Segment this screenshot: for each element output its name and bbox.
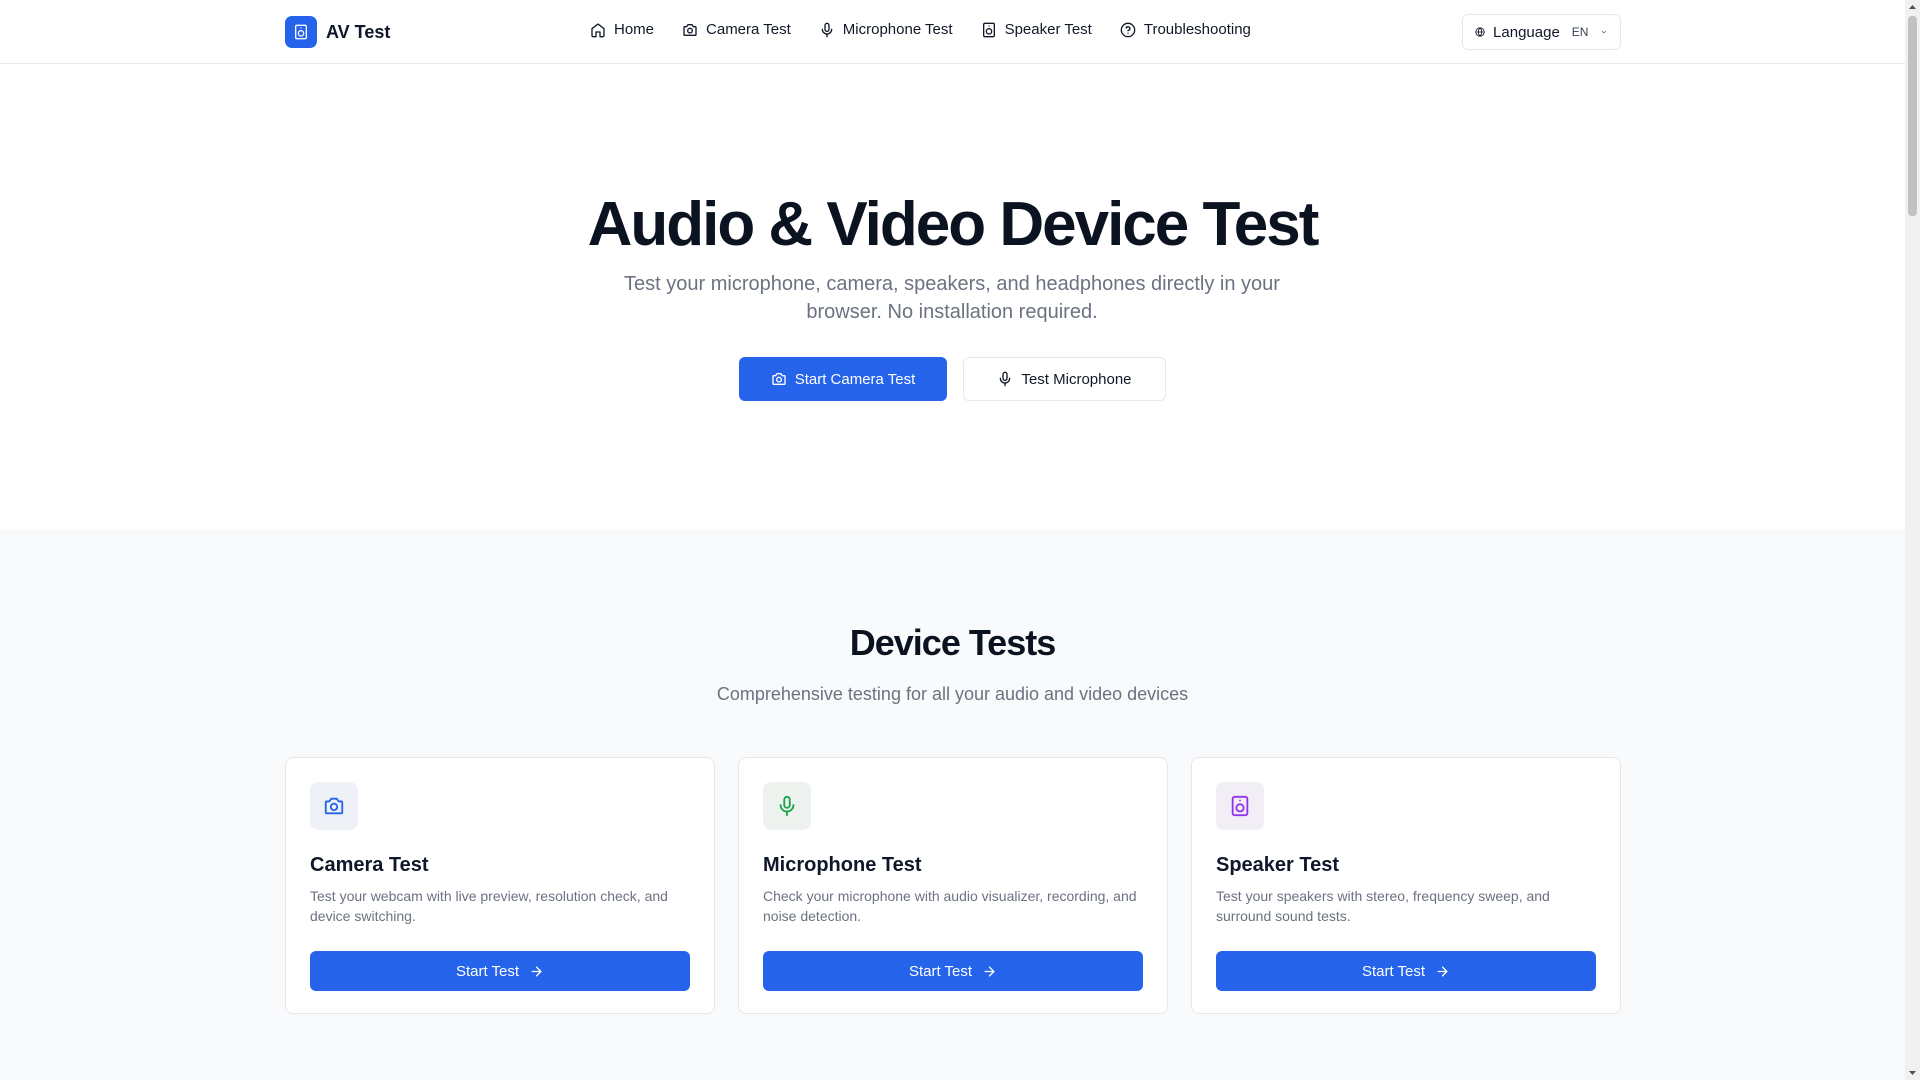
speaker-test-card: Speaker Test Test your speakers with ste…	[1191, 757, 1621, 1014]
hero-actions: Start Camera Test Test Microphone	[739, 357, 1166, 401]
start-speaker-test-card-button[interactable]: Start Test	[1216, 951, 1596, 991]
hero-title: Audio & Video Device Test	[587, 190, 1320, 259]
nav-label: Troubleshooting	[1143, 21, 1251, 38]
page: AV Test Home Camera Test Microphone Test…	[0, 0, 1920, 1080]
button-label: Start Test	[1361, 962, 1426, 980]
card-title: Microphone Test	[763, 854, 922, 876]
card-description: Test your webcam with live preview, reso…	[310, 888, 668, 924]
nav-label: Speaker Test	[1004, 21, 1092, 38]
arrow-right-icon	[1437, 966, 1448, 976]
hero-section: Audio & Video Device Test Test your micr…	[0, 65, 1905, 529]
button-label: Start Test	[908, 962, 973, 980]
mic-icon	[763, 782, 811, 830]
speaker-icon	[285, 16, 317, 48]
help-circle-icon	[1120, 22, 1136, 37]
section-subtitle: Comprehensive testing for all your audio…	[716, 684, 1189, 704]
speaker-icon	[982, 22, 995, 37]
button-label: Start Test	[455, 962, 520, 980]
button-label: Start Camera Test	[794, 370, 916, 388]
viewport: AV Test Home Camera Test Microphone Test…	[0, 0, 1905, 1080]
nav-item-microphone-test[interactable]: Microphone Test	[819, 21, 953, 38]
camera-test-card: Camera Test Test your webcam with live p…	[285, 757, 715, 1014]
card-title: Camera Test	[310, 854, 429, 876]
nav-item-camera-test[interactable]: Camera Test	[682, 21, 791, 38]
microphone-test-card: Microphone Test Check your microphone wi…	[738, 757, 1168, 1014]
hero-subtitle: Test your microphone, camera, speakers, …	[624, 273, 1280, 323]
globe-icon	[1475, 27, 1485, 37]
language-code: EN	[1571, 25, 1589, 39]
nav-item-home[interactable]: Home	[590, 21, 654, 38]
mic-icon	[821, 22, 833, 37]
camera-icon	[683, 23, 697, 36]
nav-label: Microphone Test	[842, 21, 953, 38]
arrow-right-icon	[531, 966, 542, 976]
home-icon	[591, 22, 605, 37]
card-description: Check your microphone with audio visuali…	[763, 888, 1137, 924]
camera-icon	[772, 373, 786, 385]
top-navbar: AV Test Home Camera Test Microphone Test…	[0, 0, 1905, 64]
start-camera-test-card-button[interactable]: Start Test	[310, 951, 690, 991]
nav-item-speaker-test[interactable]: Speaker Test	[981, 21, 1092, 38]
scroll-down-arrow-icon[interactable]	[1905, 1065, 1920, 1080]
vertical-scrollbar[interactable]	[1905, 0, 1920, 1080]
start-camera-test-button[interactable]: Start Camera Test	[739, 357, 947, 401]
device-tests-section: Device Tests Comprehensive testing for a…	[0, 529, 1905, 1080]
button-label: Test Microphone	[1021, 370, 1132, 388]
brand-name: AV Test	[326, 21, 391, 42]
card-description: Test your speakers with stereo, frequenc…	[1216, 888, 1550, 924]
mic-icon	[1000, 371, 1011, 387]
card-title: Speaker Test	[1216, 854, 1340, 876]
language-label: Language	[1493, 23, 1560, 41]
main-nav: Home Camera Test Microphone Test Speaker…	[590, 21, 1251, 38]
speaker-icon	[1216, 782, 1264, 830]
nav-label: Home	[614, 21, 655, 38]
brand[interactable]: AV Test	[285, 16, 390, 48]
language-selector[interactable]: Language EN	[1462, 14, 1621, 50]
nav-item-troubleshooting[interactable]: Troubleshooting	[1120, 21, 1251, 38]
start-microphone-test-card-button[interactable]: Start Test	[763, 951, 1143, 991]
arrow-right-icon	[984, 966, 995, 976]
scroll-up-arrow-icon[interactable]	[1905, 0, 1920, 15]
test-microphone-button[interactable]: Test Microphone	[963, 357, 1166, 401]
camera-icon	[310, 782, 358, 830]
nav-label: Camera Test	[706, 21, 791, 38]
chevron-down-icon	[1602, 30, 1607, 34]
scrollbar-thumb[interactable]	[1908, 16, 1917, 216]
section-title: Device Tests	[849, 622, 1056, 663]
